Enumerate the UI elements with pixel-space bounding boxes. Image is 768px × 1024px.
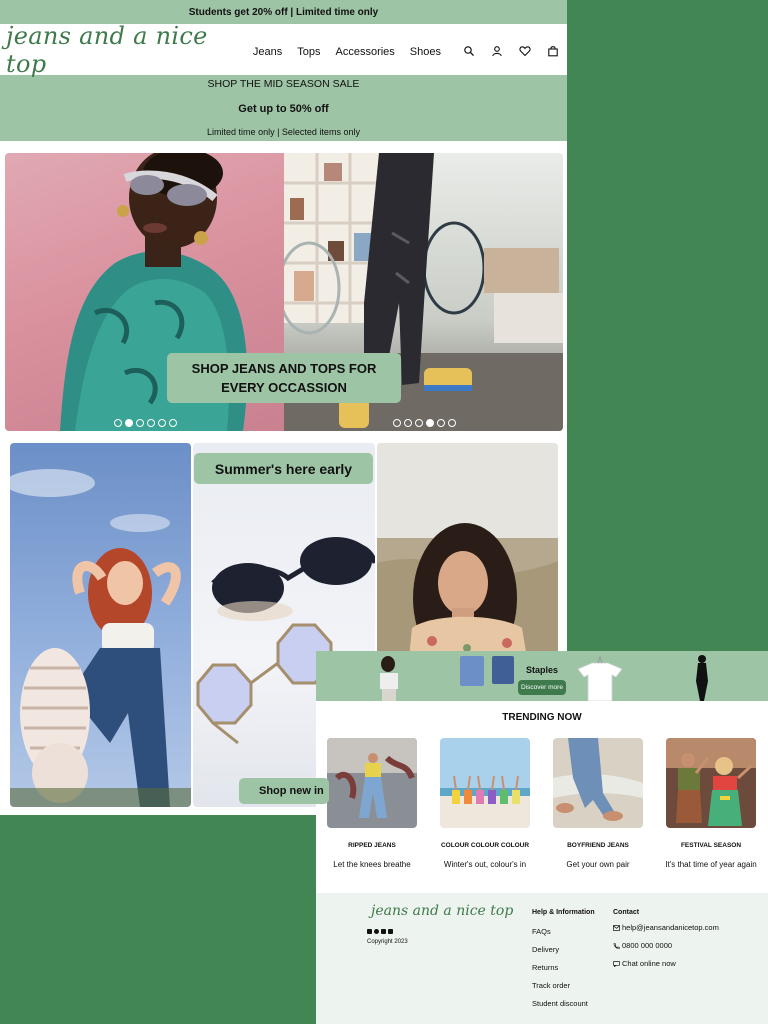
trending-image-colour [440,738,530,828]
carousel-dot[interactable] [158,419,166,427]
contact-phone[interactable]: 0800 000 0000 [613,941,672,950]
nav-jeans[interactable]: Jeans [253,46,282,58]
trending-name: BOYFRIEND JEANS [567,842,629,849]
footer-link-delivery[interactable]: Delivery [532,945,559,954]
footer-logo[interactable]: jeans and a nice top [371,903,513,919]
contact-phone-text: 0800 000 0000 [622,941,673,950]
site-footer: jeans and a nice top Copyright 2023 Help… [316,893,768,1024]
feature-tile-jeans[interactable] [10,443,192,807]
nav-accessories[interactable]: Accessories [336,46,395,58]
trending-item[interactable]: COLOUR COLOUR COLOUR Winter's out, colou… [440,738,530,869]
contact-email[interactable]: help@jeansandanicetop.com [613,923,719,932]
staples-title: Staples [526,665,559,675]
hero-carousel[interactable]: SHOP JEANS AND TOPS FOR EVERY OCCASSION [5,153,563,431]
promo-bar: Students get 20% off | Limited time only [0,0,567,24]
nav-shoes[interactable]: Shoes [410,46,441,58]
trending-tagline: Get your own pair [566,860,630,869]
social-links [367,929,393,934]
main-nav: Jeans Tops Accessories Shoes [238,42,441,58]
help-heading: Help & Information [532,909,595,916]
trending-name: RIPPED JEANS [348,842,396,849]
chat-icon [613,961,620,968]
footer-link-faqs[interactable]: FAQs [532,927,551,936]
mail-icon [613,925,620,931]
facebook-icon[interactable] [374,929,379,934]
sale-heading: SHOP THE MID SEASON SALE [207,78,360,90]
instagram-icon[interactable] [367,929,372,934]
trending-name: FESTIVAL SEASON [680,842,742,849]
trending-name: COLOUR COLOUR COLOUR [440,842,530,849]
help-column: Help & Information FAQs Delivery Returns… [532,909,595,1008]
twitter-icon[interactable] [381,929,386,934]
shopping-bag-icon[interactable] [547,44,559,56]
hero-right-dots [393,419,456,427]
carousel-dot[interactable] [169,419,177,427]
staples-banner[interactable]: Staples Discover more [316,651,768,701]
discover-more-button[interactable]: Discover more [518,680,566,695]
contact-chat[interactable]: Chat online now [613,959,676,968]
sale-offer: Get up to 50% off [238,102,329,115]
footer-link-returns[interactable]: Returns [532,963,558,972]
summer-banner[interactable]: Summer's here early [194,453,373,484]
footer-link-student-discount[interactable]: Student discount [532,999,588,1008]
sale-banner[interactable]: SHOP THE MID SEASON SALE Get up to 50% o… [0,75,567,141]
account-icon[interactable] [491,44,503,56]
carousel-dot[interactable] [448,419,456,427]
trending-image-festival [666,738,756,828]
site-header: jeans and a nice top Jeans Tops Accessor… [0,22,567,78]
site-logo[interactable]: jeans and a nice top [6,22,238,78]
tiktok-icon[interactable] [388,929,393,934]
carousel-dot[interactable] [415,419,423,427]
trending-image-boyfriend-jeans [553,738,643,828]
carousel-dot[interactable] [437,419,445,427]
trending-title: TRENDING NOW [502,712,582,723]
trending-item[interactable]: FESTIVAL SEASON It's that time of year a… [665,738,757,869]
carousel-dot[interactable] [393,419,401,427]
copyright-text: Copyright 2023 [367,939,408,945]
carousel-dot-active[interactable] [426,419,434,427]
search-icon[interactable] [463,44,475,56]
contact-email-text: help@jeansandanicetop.com [622,923,719,932]
carousel-dot[interactable] [404,419,412,427]
nav-tops[interactable]: Tops [297,46,320,58]
carousel-dot-active[interactable] [125,419,133,427]
trending-tagline: It's that time of year again [665,860,757,869]
trending-tagline: Let the knees breathe [333,860,411,869]
contact-column: Contact help@jeansandanicetop.com 0800 0… [613,909,719,968]
sale-terms: Limited time only | Selected items only [207,127,360,137]
carousel-dot[interactable] [147,419,155,427]
header-icons [463,44,559,56]
carousel-dot[interactable] [136,419,144,427]
trending-item[interactable]: BOYFRIEND JEANS Get your own pair [553,738,643,869]
hero-caption[interactable]: SHOP JEANS AND TOPS FOR EVERY OCCASSION [167,353,401,403]
contact-heading: Contact [613,909,640,916]
shop-new-in-button[interactable]: Shop new in [239,778,329,804]
trending-image-ripped-jeans [327,738,417,828]
overlay-page: Staples Discover more TRENDING NOW RIPPE… [316,651,768,1024]
trending-tagline: Winter's out, colour's in [443,860,527,869]
trending-item[interactable]: RIPPED JEANS Let the knees breathe [327,738,417,869]
contact-chat-text: Chat online now [622,959,676,968]
promo-text: Students get 20% off | Limited time only [188,6,379,18]
phone-icon [613,943,620,949]
wishlist-heart-icon[interactable] [519,44,531,56]
footer-link-track-order[interactable]: Track order [532,981,570,990]
hero-left-dots [114,419,177,427]
carousel-dot[interactable] [114,419,122,427]
